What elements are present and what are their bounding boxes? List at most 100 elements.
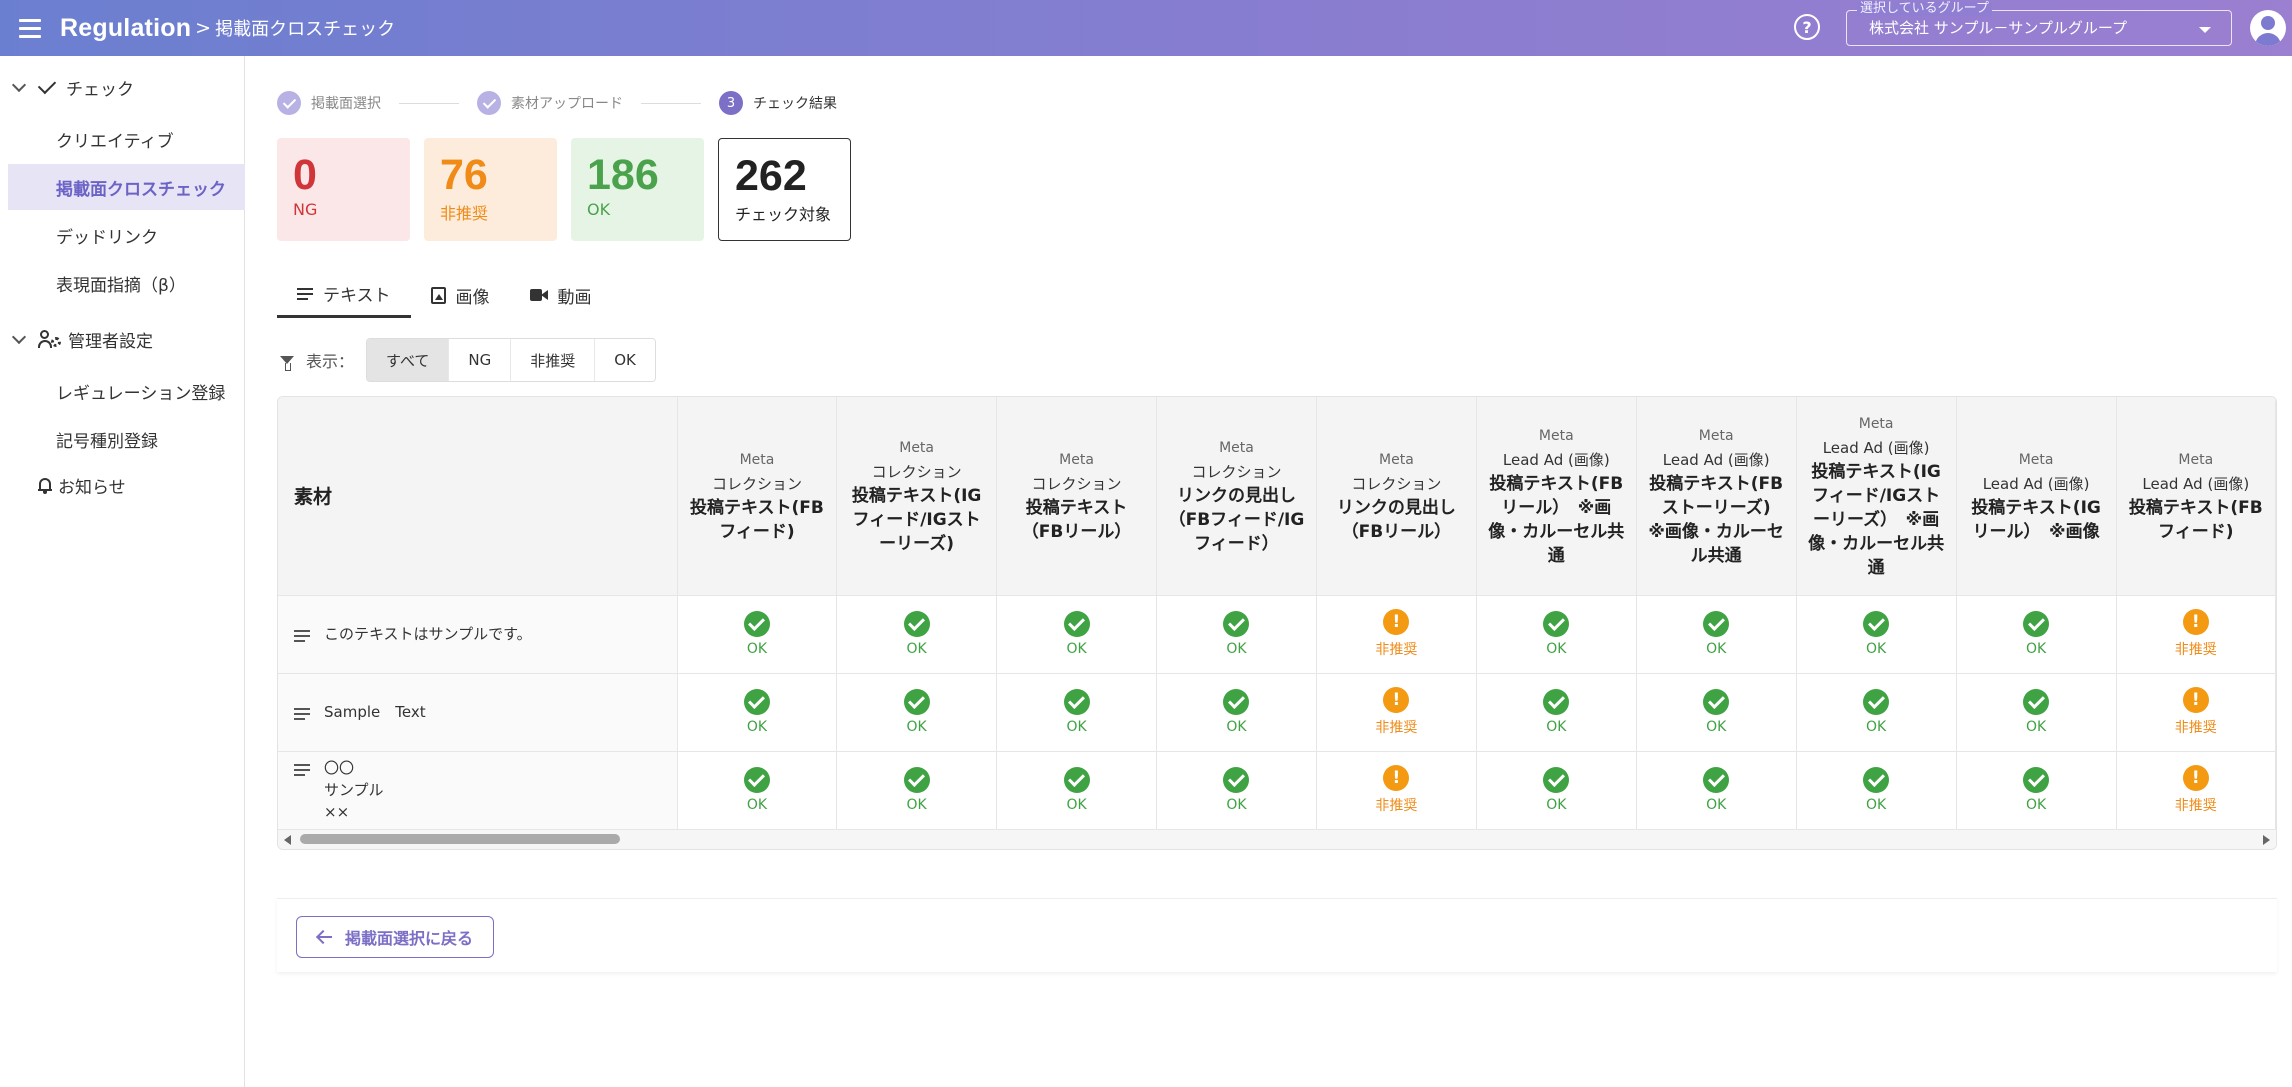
status-label: OK — [1226, 719, 1247, 735]
status-label: 非推奨 — [1375, 720, 1418, 736]
results-table: 素材 Meta コレクション 投稿テキスト(FBフィード) Meta コレクション 投稿テキ… — [278, 397, 2276, 830]
status-cell: OK — [1636, 751, 1797, 830]
sidebar-group-check[interactable]: チェック — [0, 70, 134, 104]
sidebar-item-notice[interactable]: お知らせ — [0, 468, 126, 502]
check-circle-icon — [743, 767, 770, 793]
column-header: Meta コレクション 投稿テキスト（FBリール） — [996, 397, 1157, 596]
material-text: Sample Text — [324, 701, 426, 723]
sidebar-item-creative[interactable]: クリエイティブ — [8, 116, 245, 162]
count-card-warn: 76 非推奨 — [424, 138, 557, 241]
check-circle-icon — [1223, 767, 1250, 793]
help-icon[interactable]: ? — [1794, 14, 1820, 40]
column-header-placement: 投稿テキスト(IGフィード/IGストーリーズ) — [851, 485, 982, 554]
column-header-platform: Meta — [1858, 415, 1894, 432]
count-value: 76 — [440, 151, 488, 199]
status-cell: OK — [1956, 595, 2117, 674]
material-text: このテキストはサンプルです。 — [324, 623, 532, 645]
tab-video[interactable]: 動画 — [510, 272, 612, 318]
status-label: OK — [2025, 719, 2047, 735]
filter-option-ok[interactable]: OK — [595, 339, 655, 381]
check-circle-icon — [1863, 689, 1890, 715]
sidebar-group-label: 管理者設定 — [68, 331, 153, 352]
status-label: OK — [1706, 641, 1727, 657]
column-header-type: コレクション — [711, 474, 802, 493]
column-header: Meta コレクション 投稿テキスト(IGフィード/IGストーリーズ) — [836, 397, 998, 596]
sidebar-item-regulation[interactable]: レギュレーション登録 — [8, 368, 245, 414]
sidebar-group-label: チェック — [66, 79, 134, 100]
column-header-placement: リンクの見出し（FBフィード/IGフィード） — [1168, 485, 1305, 554]
status-label: 非推奨 — [2174, 798, 2217, 814]
status-cell: OK — [1796, 751, 1957, 830]
sidebar-item-deadlink[interactable]: デッドリンク — [8, 212, 245, 258]
status-label: OK — [1066, 641, 1087, 657]
horizontal-scrollbar[interactable] — [278, 830, 2276, 849]
step-placement-select: 掲載面選択 — [277, 91, 381, 115]
tab-label: テキスト — [323, 286, 391, 306]
filter-option-warn[interactable]: 非推奨 — [511, 339, 596, 381]
menu-icon[interactable] — [0, 0, 60, 56]
filter-option-ng[interactable]: NG — [449, 339, 512, 381]
count-card-ok: 186 OK — [571, 138, 704, 241]
count-value: 186 — [587, 151, 659, 199]
chevron-down-icon — [11, 329, 27, 345]
step-label: チェック結果 — [753, 96, 837, 112]
avatar-icon[interactable] — [2250, 10, 2286, 46]
status-cell: OK — [996, 751, 1157, 830]
back-to-placement-button[interactable]: 掲載面選択に戻る — [296, 916, 495, 958]
filter-option-all[interactable]: すべて — [367, 339, 450, 381]
sidebar: チェック クリエイティブ 掲載面クロスチェック デッドリンク 表現面指摘（β） … — [0, 56, 245, 1087]
column-header-placement: 投稿テキスト(IGフィード/IGストーリーズ） ※画像・カルーセル共通 — [1808, 461, 1945, 578]
column-header-platform: Meta — [899, 439, 934, 456]
material-cell: 〇〇 サンプル ×× — [278, 751, 678, 830]
status-label: OK — [906, 797, 927, 813]
sidebar-item-label: お知らせ — [58, 477, 126, 498]
material-cell: このテキストはサンプルです。 — [278, 595, 678, 674]
sidebar-item-symbol[interactable]: 記号種別登録 — [8, 416, 245, 462]
column-header: Meta Lead Ad (画像) 投稿テキスト(IGフィード/IGストーリーズ） … — [1796, 397, 1957, 596]
scroll-right-icon[interactable] — [2263, 835, 2270, 845]
filter-label: 表示： — [306, 352, 355, 371]
status-cell: ! 非推奨 — [2116, 595, 2276, 674]
status-label: OK — [1546, 797, 1567, 813]
step-label: 素材アップロード — [511, 96, 623, 112]
status-label: OK — [1866, 719, 1887, 735]
text-icon — [294, 705, 310, 723]
status-label: 非推奨 — [2174, 642, 2217, 658]
sidebar-item-expression[interactable]: 表現面指摘（β） — [8, 260, 245, 306]
scrollbar-thumb[interactable] — [300, 834, 620, 844]
scroll-left-icon[interactable] — [284, 835, 291, 845]
column-header-type: Lead Ad (画像) — [1982, 474, 2090, 493]
check-circle-icon — [1703, 689, 1730, 715]
group-select-value: 株式会社 サンプル－サンプルグループ — [1869, 19, 2127, 37]
column-header-platform: Meta — [739, 451, 775, 468]
breadcrumb-separator: > — [195, 17, 212, 39]
tab-text[interactable]: テキスト — [277, 272, 411, 318]
material-text-line: このテキストはサンプルです。 — [324, 625, 532, 643]
column-header-placement: 投稿テキスト(FBリール） ※画像・カルーセル共通 — [1488, 473, 1625, 566]
brand-logo[interactable]: Regulation — [60, 14, 191, 43]
column-header: Meta Lead Ad (画像) 投稿テキスト(FBリール） ※画像・カルーセル共… — [1476, 397, 1637, 596]
count-card-total: 262 チェック対象 — [718, 138, 851, 241]
tab-image[interactable]: 画像 — [411, 272, 510, 318]
column-header-type: コレクション — [1031, 474, 1122, 493]
text-icon — [297, 285, 313, 303]
material-text-line: サンプル — [324, 781, 384, 799]
status-cell: ! 非推奨 — [1316, 673, 1477, 752]
count-value: 262 — [735, 152, 807, 200]
column-header-platform: Meta — [1059, 451, 1094, 468]
status-cell: OK — [996, 673, 1157, 752]
check-circle-icon — [1863, 767, 1890, 793]
status-label: OK — [1066, 719, 1087, 735]
sidebar-group-admin[interactable]: 管理者設定 — [0, 322, 153, 356]
sidebar-item-cross-check[interactable]: 掲載面クロスチェック — [8, 164, 245, 210]
step-number: 3 — [719, 91, 743, 115]
status-cell: OK — [1956, 751, 2117, 830]
status-cell: OK — [836, 751, 998, 830]
column-header-placement: 投稿テキスト(FBフィード) — [2128, 497, 2263, 542]
chevron-down-icon — [11, 77, 27, 93]
column-header-platform: Meta — [1538, 427, 1574, 444]
group-select[interactable]: 選択しているグループ 株式会社 サンプル－サンプルグループ — [1846, 2, 2232, 46]
column-header: Meta コレクション 投稿テキスト(FBフィード) — [677, 397, 838, 596]
step-connector — [641, 102, 701, 104]
column-header: Meta コレクション リンクの見出し（FBリール） — [1316, 397, 1477, 596]
